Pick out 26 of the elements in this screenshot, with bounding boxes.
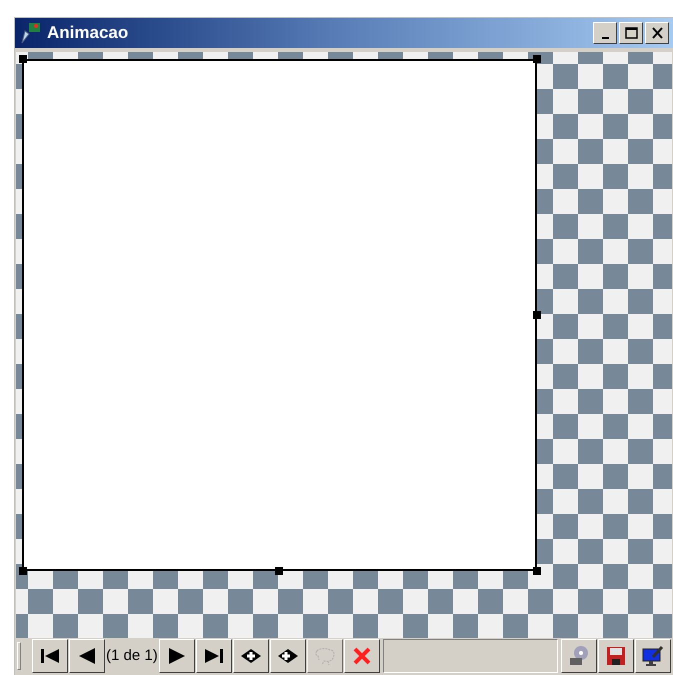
window-title: Animacao xyxy=(47,22,130,44)
minimize-button[interactable] xyxy=(593,22,617,44)
close-button[interactable] xyxy=(645,22,669,44)
resize-handle[interactable] xyxy=(19,567,27,575)
maximize-icon xyxy=(622,25,640,41)
toolbar-button[interactable] xyxy=(344,639,380,673)
resize-handle[interactable] xyxy=(19,55,27,63)
resize-handle[interactable] xyxy=(275,567,283,575)
toolbar-button[interactable] xyxy=(561,639,597,673)
maximize-button[interactable] xyxy=(619,22,643,44)
toolbar-grip[interactable] xyxy=(17,642,21,670)
toolbar-button[interactable] xyxy=(270,639,306,673)
toolbar-button[interactable] xyxy=(196,639,232,673)
monitor-pen-icon xyxy=(641,644,665,668)
minimize-icon xyxy=(602,37,608,39)
toolbar-button[interactable] xyxy=(158,639,195,673)
app-icon xyxy=(19,21,43,45)
resize-handle[interactable] xyxy=(533,567,541,575)
toolbar-button[interactable] xyxy=(635,639,671,673)
toolbar-button[interactable] xyxy=(232,639,269,673)
resize-handle[interactable] xyxy=(533,55,541,63)
frame-counter: (1 de 1) xyxy=(106,646,158,666)
toolbar-button[interactable] xyxy=(598,639,634,673)
resize-handle[interactable] xyxy=(533,311,541,319)
toolbar-button[interactable] xyxy=(69,639,105,673)
toolbar-button[interactable] xyxy=(32,639,68,673)
